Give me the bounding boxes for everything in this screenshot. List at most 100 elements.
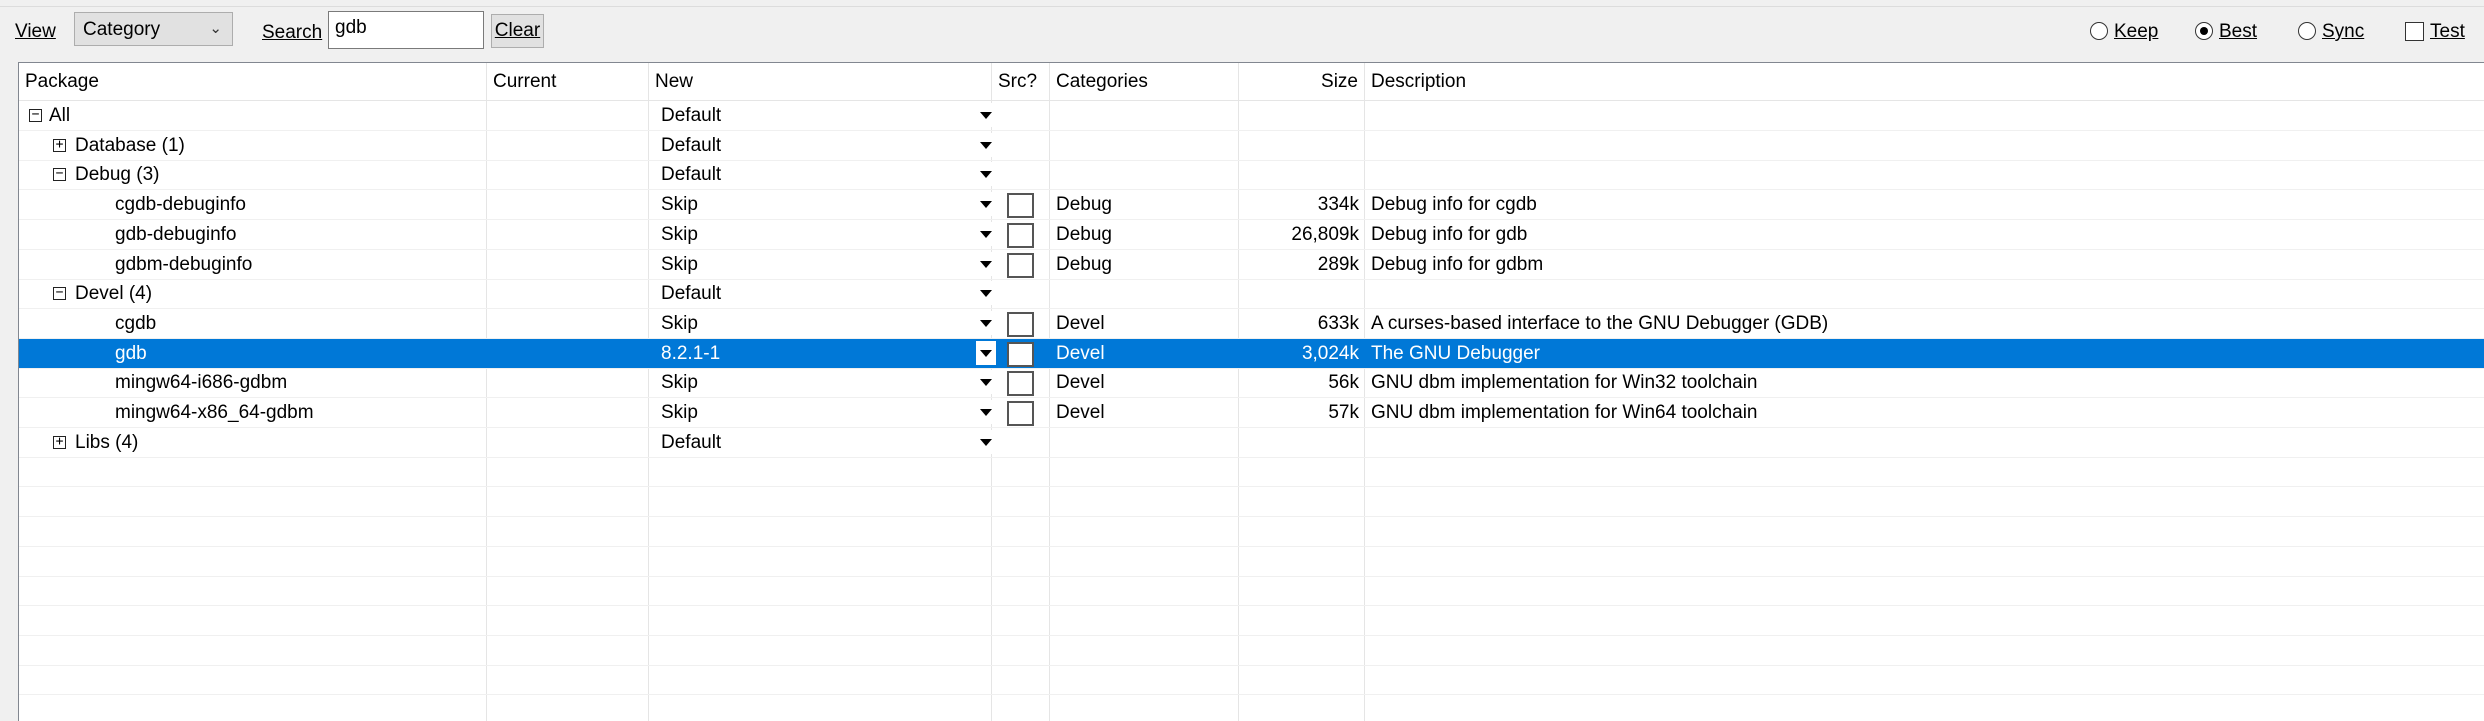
column-header-package[interactable]: Package xyxy=(19,63,487,100)
new-action-dropdown[interactable]: Skip xyxy=(655,398,996,427)
new-action-dropdown[interactable]: Default xyxy=(655,131,996,160)
size: 334k xyxy=(1317,194,1359,216)
column-header-categories[interactable]: Categories xyxy=(1050,63,1239,100)
category: Debug xyxy=(1056,194,1112,216)
dropdown-arrow-icon[interactable] xyxy=(976,221,996,246)
src-checkbox[interactable] xyxy=(1007,311,1034,337)
src-checkbox[interactable] xyxy=(1007,222,1034,248)
src-checkbox[interactable] xyxy=(1007,401,1034,426)
column-header-row: Package Current New Src? Categories Size… xyxy=(19,63,2484,101)
size: 56k xyxy=(1328,372,1359,394)
new-action-dropdown[interactable]: Skip xyxy=(655,250,996,279)
category: Devel xyxy=(1056,342,1105,364)
keep-radio-label: Keep xyxy=(2114,21,2159,42)
empty-row xyxy=(19,576,2484,607)
new-action-value: Skip xyxy=(661,253,698,275)
dropdown-arrow-icon[interactable] xyxy=(976,103,996,127)
dropdown-arrow-icon[interactable] xyxy=(976,340,996,365)
expand-icon[interactable]: + xyxy=(53,138,66,152)
new-action-value: Skip xyxy=(661,402,698,423)
new-action-value: Skip xyxy=(661,312,698,334)
size xyxy=(1239,160,1359,189)
new-action-dropdown[interactable]: Skip xyxy=(655,190,996,219)
table-row[interactable]: − Devel (4) Default xyxy=(19,279,2484,310)
package-name: gdbm-debuginfo xyxy=(115,253,253,275)
new-action-value: Skip xyxy=(661,194,698,216)
new-action-dropdown[interactable]: Default xyxy=(655,279,996,308)
clear-button[interactable]: Clear xyxy=(491,14,544,48)
collapse-icon[interactable]: − xyxy=(53,286,66,301)
new-action-dropdown[interactable]: Skip xyxy=(655,220,996,249)
package-name: Libs (4) xyxy=(75,431,139,453)
table-row[interactable]: cgdb Skip Devel 633k A curses-based interfac… xyxy=(19,309,2484,339)
package-name: gdb-debuginfo xyxy=(115,223,237,245)
size: 57k xyxy=(1328,402,1359,423)
dropdown-arrow-icon[interactable] xyxy=(976,370,996,395)
dropdown-arrow-icon[interactable] xyxy=(976,400,996,424)
category: Debug xyxy=(1056,223,1112,245)
package-name: Database (1) xyxy=(75,134,185,156)
table-row[interactable]: + Database (1) Default xyxy=(19,131,2484,161)
empty-row xyxy=(19,606,2484,636)
src-checkbox[interactable] xyxy=(1007,252,1034,278)
package-name: cgdb-debuginfo xyxy=(115,194,246,216)
table-row[interactable]: − Debug (3) Default xyxy=(19,160,2484,191)
test-checkbox-box xyxy=(2405,22,2424,41)
table-row[interactable]: cgdb-debuginfo Skip Debug 334k Debug info fo… xyxy=(19,190,2484,221)
expand-icon[interactable]: + xyxy=(53,435,66,449)
empty-row xyxy=(19,487,2484,518)
dropdown-arrow-icon[interactable] xyxy=(976,162,996,187)
chevron-down-icon: ⌄ xyxy=(209,20,222,37)
package-name: mingw64-x86_64-gdbm xyxy=(115,402,314,423)
dropdown-arrow-icon[interactable] xyxy=(976,281,996,306)
dropdown-arrow-icon[interactable] xyxy=(976,251,996,276)
dropdown-arrow-icon[interactable] xyxy=(976,310,996,335)
category: Devel xyxy=(1056,372,1105,394)
collapse-icon[interactable]: − xyxy=(53,167,66,182)
new-action-dropdown[interactable]: Default xyxy=(655,160,996,189)
src-checkbox[interactable] xyxy=(1007,193,1034,219)
empty-row xyxy=(19,457,2484,488)
size xyxy=(1239,428,1359,457)
description: Debug info for gdbm xyxy=(1371,253,1544,275)
package-name: gdb xyxy=(115,342,147,364)
table-row[interactable]: + Libs (4) Default xyxy=(19,428,2484,458)
src-checkbox[interactable] xyxy=(1007,371,1034,397)
search-label: Search xyxy=(262,22,323,43)
table-row[interactable]: mingw64-x86_64-gdbm Skip Devel 57k GNU dbm i… xyxy=(19,398,2484,428)
new-action-dropdown[interactable]: Default xyxy=(655,101,996,130)
empty-row xyxy=(19,695,2484,721)
column-header-src[interactable]: Src? xyxy=(992,63,1050,100)
column-header-description[interactable]: Description xyxy=(1365,63,2484,100)
dropdown-arrow-icon[interactable] xyxy=(976,429,996,454)
dropdown-arrow-icon[interactable] xyxy=(976,132,996,157)
package-name: Debug (3) xyxy=(75,164,160,186)
package-list[interactable]: Package Current New Src? Categories Size… xyxy=(18,62,2484,721)
collapse-icon[interactable]: − xyxy=(29,108,42,122)
test-checkbox-label: Test xyxy=(2430,21,2465,42)
toolbar: View Category ⌄ Search gdb Clear Keep Be… xyxy=(0,8,2484,56)
description: Debug info for gdb xyxy=(1371,223,1528,245)
description: GNU dbm implementation for Win64 toolcha… xyxy=(1371,402,1758,423)
search-input[interactable]: gdb xyxy=(328,11,484,49)
column-header-current[interactable]: Current xyxy=(487,63,649,100)
new-action-dropdown[interactable]: Skip xyxy=(655,368,996,397)
column-header-new[interactable]: New xyxy=(649,63,992,100)
table-row[interactable]: gdbm-debuginfo Skip Debug 289k Debug info fo… xyxy=(19,250,2484,280)
new-action-dropdown[interactable]: Default xyxy=(655,428,996,457)
new-action-value: Skip xyxy=(661,372,698,394)
table-row[interactable]: gdb-debuginfo Skip Debug 26,809k Debug info … xyxy=(19,220,2484,250)
new-action-dropdown[interactable]: 8.2.1-1 xyxy=(655,339,996,368)
size: 633k xyxy=(1317,312,1359,334)
src-checkbox[interactable] xyxy=(1007,341,1034,367)
column-header-size[interactable]: Size xyxy=(1239,63,1365,100)
description: A curses-based interface to the GNU Debu… xyxy=(1371,312,1829,334)
empty-row xyxy=(19,547,2484,577)
table-row[interactable]: gdb 8.2.1-1 Devel 3,024k The GNU Debugger xyxy=(19,338,2484,369)
view-select[interactable]: Category ⌄ xyxy=(74,12,233,46)
new-action-dropdown[interactable]: Skip xyxy=(655,309,996,338)
table-row[interactable]: − All Default xyxy=(19,101,2484,131)
table-row[interactable]: mingw64-i686-gdbm Skip Devel 56k GNU dbm imp… xyxy=(19,368,2484,399)
dropdown-arrow-icon[interactable] xyxy=(976,192,996,217)
size: 3,024k xyxy=(1301,342,1359,364)
